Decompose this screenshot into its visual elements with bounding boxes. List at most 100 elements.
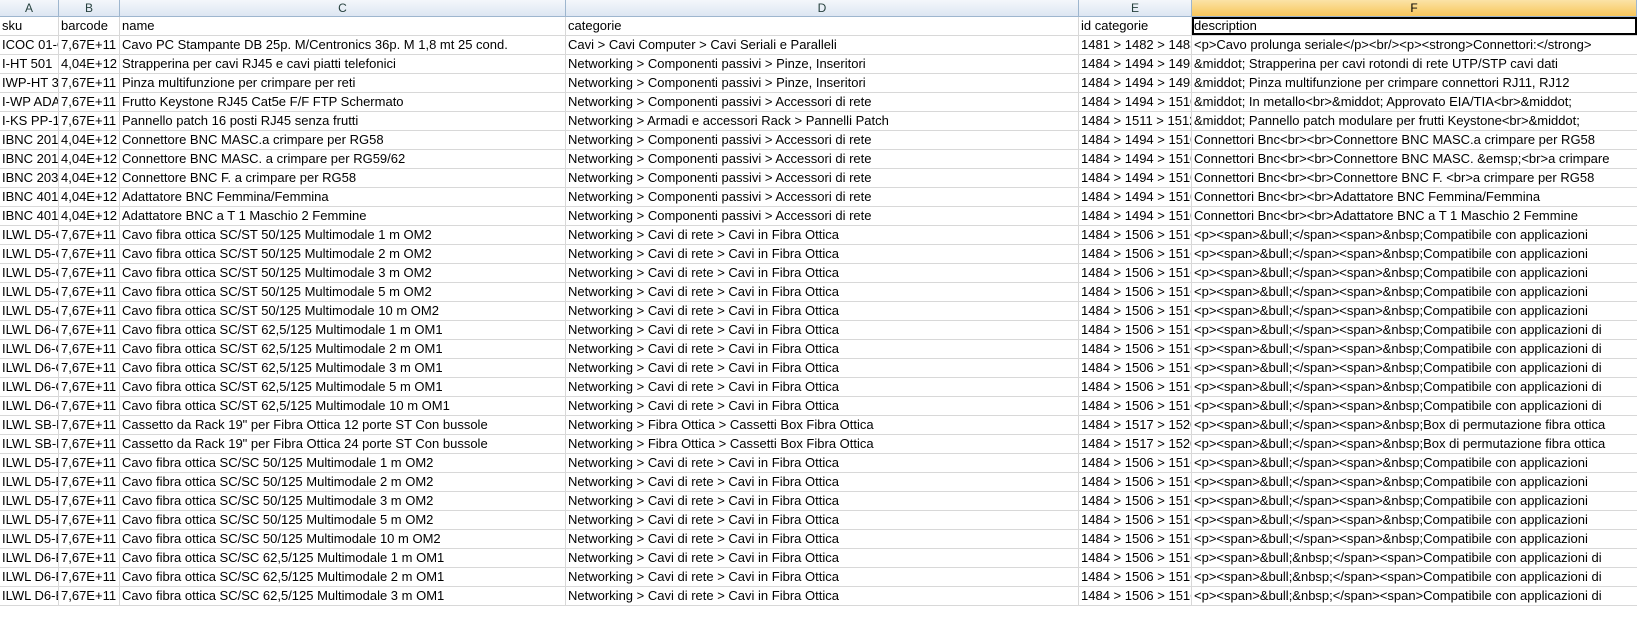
cell-barcode[interactable]: 7,67E+11	[59, 435, 120, 453]
cell-barcode[interactable]: 7,67E+11	[59, 245, 120, 263]
cell-sku[interactable]: ILWL SB-D	[0, 416, 59, 434]
cell-categorie[interactable]: Networking > Armadi e accessori Rack > P…	[566, 112, 1079, 130]
cell-sku[interactable]: I-HT 501	[0, 55, 59, 73]
cell-categorie[interactable]: Networking > Cavi di rete > Cavi in Fibr…	[566, 264, 1079, 282]
cell-categorie[interactable]: Networking > Cavi di rete > Cavi in Fibr…	[566, 321, 1079, 339]
cell-barcode[interactable]: 7,67E+11	[59, 340, 120, 358]
cell-barcode[interactable]: 4,04E+12	[59, 150, 120, 168]
cell-id-categorie[interactable]: 1484 > 1506 > 1516	[1079, 321, 1192, 339]
cell-barcode[interactable]: 7,67E+11	[59, 378, 120, 396]
cell-description[interactable]: <p><span>&bull;</span><span>&nbsp;Compat…	[1192, 321, 1637, 339]
cell-description[interactable]: <p><span>&bull;&nbsp;</span><span>Compat…	[1192, 549, 1637, 567]
column-header-d[interactable]: D	[566, 0, 1079, 16]
cell-name[interactable]: Connettore BNC F. a crimpare per RG58	[120, 169, 566, 187]
cell-categorie[interactable]: Networking > Cavi di rete > Cavi in Fibr…	[566, 378, 1079, 396]
cell-barcode[interactable]: 7,67E+11	[59, 226, 120, 244]
cell-name[interactable]: Cavo fibra ottica SC/ST 50/125 Multimoda…	[120, 226, 566, 244]
cell-categorie[interactable]: Networking > Cavi di rete > Cavi in Fibr…	[566, 530, 1079, 548]
cell-id-categorie[interactable]: 1484 > 1506 > 1516	[1079, 454, 1192, 472]
cell-name[interactable]: Cavo fibra ottica SC/ST 62,5/125 Multimo…	[120, 321, 566, 339]
cell-id-categorie[interactable]: 1484 > 1494 > 1510	[1079, 188, 1192, 206]
column-header-b[interactable]: B	[59, 0, 120, 16]
cell-description[interactable]: <p><span>&bull;</span><span>&nbsp;Compat…	[1192, 492, 1637, 510]
cell-description[interactable]: <p><span>&bull;</span><span>&nbsp;Compat…	[1192, 226, 1637, 244]
cell-name[interactable]: Adattatore BNC Femmina/Femmina	[120, 188, 566, 206]
cell-barcode[interactable]: 4,04E+12	[59, 131, 120, 149]
cell-sku[interactable]: ILWL D6-C	[0, 321, 59, 339]
cell-sku[interactable]: ILWL SB-D	[0, 435, 59, 453]
column-header-c[interactable]: C	[120, 0, 566, 16]
cell-categorie[interactable]: Networking > Cavi di rete > Cavi in Fibr…	[566, 245, 1079, 263]
cell-id-categorie[interactable]: 1484 > 1506 > 1516	[1079, 530, 1192, 548]
cell-sku[interactable]: ILWL D6-C	[0, 397, 59, 415]
cell-id-categorie[interactable]: 1484 > 1506 > 1516	[1079, 568, 1192, 586]
cell-barcode[interactable]: 7,67E+11	[59, 530, 120, 548]
cell-categorie[interactable]: Cavi > Cavi Computer > Cavi Seriali e Pa…	[566, 36, 1079, 54]
cell-description[interactable]: <p><span>&bull;</span><span>&nbsp;Compat…	[1192, 340, 1637, 358]
cell-sku[interactable]: I-KS PP-16	[0, 112, 59, 130]
cell-description[interactable]: Connettori Bnc<br><br>Adattatore BNC a T…	[1192, 207, 1637, 225]
cell-name[interactable]: Adattatore BNC a T 1 Maschio 2 Femmine	[120, 207, 566, 225]
cell-name[interactable]: Strapperina per cavi RJ45 e cavi piatti …	[120, 55, 566, 73]
cell-barcode[interactable]: 7,67E+11	[59, 454, 120, 472]
cell-categorie[interactable]: Networking > Cavi di rete > Cavi in Fibr…	[566, 397, 1079, 415]
header-cell-name[interactable]: name	[120, 17, 566, 35]
cell-barcode[interactable]: 7,67E+11	[59, 397, 120, 415]
cell-barcode[interactable]: 4,04E+12	[59, 169, 120, 187]
cell-name[interactable]: Cavo PC Stampante DB 25p. M/Centronics 3…	[120, 36, 566, 54]
cell-sku[interactable]: ILWL D5-B	[0, 530, 59, 548]
cell-barcode[interactable]: 4,04E+12	[59, 188, 120, 206]
cell-categorie[interactable]: Networking > Componenti passivi > Access…	[566, 93, 1079, 111]
cell-categorie[interactable]: Networking > Cavi di rete > Cavi in Fibr…	[566, 568, 1079, 586]
cell-id-categorie[interactable]: 1484 > 1506 > 1516	[1079, 397, 1192, 415]
cell-barcode[interactable]: 7,67E+11	[59, 283, 120, 301]
cell-name[interactable]: Cavo fibra ottica SC/SC 62,5/125 Multimo…	[120, 549, 566, 567]
cell-categorie[interactable]: Networking > Componenti passivi > Pinze,…	[566, 74, 1079, 92]
cell-sku[interactable]: IBNC 4011	[0, 207, 59, 225]
cell-name[interactable]: Pinza multifunzione per crimpare per ret…	[120, 74, 566, 92]
cell-barcode[interactable]: 7,67E+11	[59, 568, 120, 586]
cell-name[interactable]: Connettore BNC MASC.a crimpare per RG58	[120, 131, 566, 149]
cell-description[interactable]: <p><span>&bull;&nbsp;</span><span>Compat…	[1192, 587, 1637, 605]
cell-description[interactable]: Connettori Bnc<br><br>Connettore BNC F. …	[1192, 169, 1637, 187]
cell-sku[interactable]: ILWL D5-C	[0, 302, 59, 320]
cell-name[interactable]: Cassetto da Rack 19" per Fibra Ottica 12…	[120, 416, 566, 434]
cell-id-categorie[interactable]: 1481 > 1482 > 1483	[1079, 36, 1192, 54]
cell-id-categorie[interactable]: 1484 > 1506 > 1516	[1079, 245, 1192, 263]
cell-categorie[interactable]: Networking > Cavi di rete > Cavi in Fibr…	[566, 283, 1079, 301]
cell-name[interactable]: Connettore BNC MASC. a crimpare per RG59…	[120, 150, 566, 168]
cell-description[interactable]: <p><span>&bull;</span><span>&nbsp;Box di…	[1192, 435, 1637, 453]
cell-barcode[interactable]: 7,67E+11	[59, 36, 120, 54]
cell-name[interactable]: Cavo fibra ottica SC/ST 62,5/125 Multimo…	[120, 359, 566, 377]
cell-categorie[interactable]: Networking > Cavi di rete > Cavi in Fibr…	[566, 473, 1079, 491]
cell-description[interactable]: &middot; Pinza multifunzione per crimpar…	[1192, 74, 1637, 92]
cell-categorie[interactable]: Networking > Cavi di rete > Cavi in Fibr…	[566, 359, 1079, 377]
header-cell-id-categorie[interactable]: id categorie	[1079, 17, 1192, 35]
cell-description[interactable]: <p><span>&bull;</span><span>&nbsp;Compat…	[1192, 378, 1637, 396]
cell-sku[interactable]: IBNC 2030	[0, 169, 59, 187]
cell-categorie[interactable]: Networking > Componenti passivi > Access…	[566, 150, 1079, 168]
cell-sku[interactable]: ILWL D6-B	[0, 568, 59, 586]
cell-name[interactable]: Cavo fibra ottica SC/SC 62,5/125 Multimo…	[120, 568, 566, 586]
cell-categorie[interactable]: Networking > Cavi di rete > Cavi in Fibr…	[566, 492, 1079, 510]
cell-name[interactable]: Cavo fibra ottica SC/SC 62,5/125 Multimo…	[120, 587, 566, 605]
cell-description[interactable]: &middot; Strapperina per cavi rotondi di…	[1192, 55, 1637, 73]
cell-id-categorie[interactable]: 1484 > 1506 > 1516	[1079, 549, 1192, 567]
cell-name[interactable]: Cavo fibra ottica SC/SC 50/125 Multimoda…	[120, 530, 566, 548]
cell-name[interactable]: Frutto Keystone RJ45 Cat5e F/F FTP Scher…	[120, 93, 566, 111]
cell-sku[interactable]: ILWL D5-B	[0, 492, 59, 510]
cell-description[interactable]: <p><span>&bull;</span><span>&nbsp;Compat…	[1192, 473, 1637, 491]
cell-barcode[interactable]: 4,04E+12	[59, 55, 120, 73]
column-header-a[interactable]: A	[0, 0, 59, 16]
cell-id-categorie[interactable]: 1484 > 1494 > 1510	[1079, 131, 1192, 149]
cell-description[interactable]: <p><span>&bull;&nbsp;</span><span>Compat…	[1192, 568, 1637, 586]
cell-description[interactable]: <p><span>&bull;</span><span>&nbsp;Compat…	[1192, 511, 1637, 529]
cell-barcode[interactable]: 7,67E+11	[59, 321, 120, 339]
cell-description[interactable]: <p>Cavo prolunga seriale</p><br/><p><str…	[1192, 36, 1637, 54]
cell-id-categorie[interactable]: 1484 > 1506 > 1516	[1079, 264, 1192, 282]
cell-description[interactable]: <p><span>&bull;</span><span>&nbsp;Compat…	[1192, 264, 1637, 282]
cell-categorie[interactable]: Networking > Cavi di rete > Cavi in Fibr…	[566, 511, 1079, 529]
cell-description[interactable]: <p><span>&bull;</span><span>&nbsp;Compat…	[1192, 397, 1637, 415]
cell-categorie[interactable]: Networking > Componenti passivi > Pinze,…	[566, 55, 1079, 73]
cell-categorie[interactable]: Networking > Cavi di rete > Cavi in Fibr…	[566, 454, 1079, 472]
